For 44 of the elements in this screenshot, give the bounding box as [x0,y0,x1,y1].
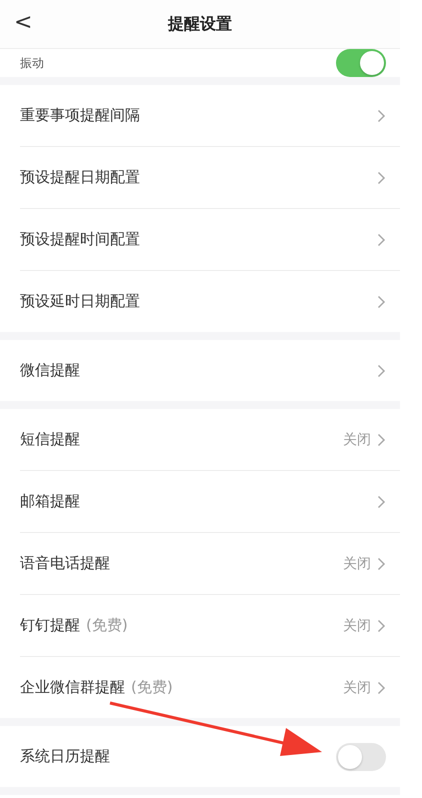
chevron-right-icon [377,432,386,446]
chevron-right-icon [377,680,386,694]
row-label: 邮箱提醒 [20,492,80,511]
toggle-switch[interactable] [336,49,386,77]
row-note: (免费) [131,678,173,697]
settings-row[interactable]: 微信提醒 [20,340,400,401]
settings-row[interactable]: 重要事项提醒间隔 [20,85,400,147]
settings-row[interactable]: 语音电话提醒 关闭 [20,533,400,595]
back-button[interactable]: < [8,8,38,37]
row-note: (免费) [86,616,128,635]
settings-row[interactable]: 系统日历提醒 [20,726,400,787]
row-label: 预设提醒日期配置 [20,168,140,187]
status-text: 关闭 [343,430,371,448]
settings-row[interactable]: 钉钉提醒 (免费) 关闭 [20,595,400,657]
chevron-right-icon [377,364,386,378]
chevron-right-icon [377,494,386,508]
settings-row[interactable]: 预设延时日期配置 [20,271,400,332]
row-label: 系统日历提醒 [20,747,110,766]
chevron-right-icon [377,556,386,570]
settings-row[interactable]: 企业微信群提醒 (免费) 关闭 [20,657,400,718]
row-label: 语音电话提醒 [20,554,110,573]
row-label: 振动 [20,54,44,72]
status-text: 关闭 [343,554,371,572]
status-text: 关闭 [343,678,371,696]
chevron-right-icon [377,170,386,184]
row-label: 企业微信群提醒 [20,678,125,697]
status-text: 关闭 [343,616,371,634]
chevron-right-icon [377,108,386,122]
row-label: 微信提醒 [20,361,80,380]
settings-row[interactable]: 邮箱提醒 [20,471,400,533]
toggle-switch[interactable] [336,742,386,770]
settings-row[interactable]: 短信提醒 关闭 [20,409,400,471]
chevron-right-icon [377,618,386,632]
settings-row[interactable]: 振动 [0,49,400,77]
page-title: 提醒设置 [168,14,232,34]
chevron-right-icon [377,232,386,246]
row-label: 重要事项提醒间隔 [20,106,140,125]
chevron-right-icon [377,294,386,308]
row-label: 钉钉提醒 [20,616,80,635]
row-label: 预设延时日期配置 [20,292,140,311]
settings-row[interactable]: 预设提醒日期配置 [20,147,400,209]
row-label: 预设提醒时间配置 [20,230,140,249]
settings-row[interactable]: 预设提醒时间配置 [20,209,400,271]
row-label: 短信提醒 [20,430,80,449]
